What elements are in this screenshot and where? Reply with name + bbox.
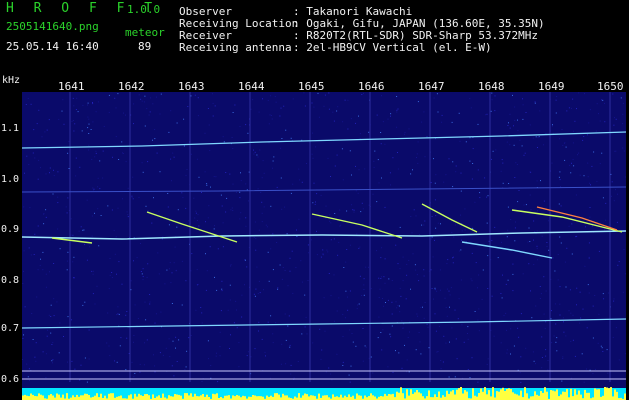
meteor-echo: [536, 206, 618, 231]
meteor-echo: [461, 241, 553, 259]
meteor-count: 89: [138, 40, 152, 53]
datetime-label: 25.05.14 16:40: [6, 40, 99, 53]
noise-speckle: [22, 92, 626, 383]
spectrogram-panel: [22, 92, 626, 400]
frequency-axis: 1.1 1.0 0.9 0.8 0.7 0.6: [0, 92, 22, 400]
app-version: 1.0.0: [127, 3, 161, 16]
faint-trace: [22, 186, 626, 193]
freq-tick: 0.7: [1, 323, 20, 334]
freq-tick: 1.1: [1, 123, 20, 134]
meteor-label: meteor: [125, 26, 165, 39]
freq-tick: 1.0: [1, 174, 20, 185]
freq-tick: 0.9: [1, 224, 20, 235]
carrier-trace-0.89khz: [22, 230, 626, 240]
meteor-echoes: [51, 203, 623, 259]
filename-label: 2505141640.png: [6, 20, 99, 33]
header-panel: H R O F F T 1.0.0 2505141640.png meteor …: [0, 0, 629, 72]
antenna-value: : 2el-HB9CV Vertical (el. E-W): [293, 41, 492, 54]
freq-tick: 0.8: [1, 275, 20, 286]
carrier-trace-0.70khz: [22, 318, 626, 329]
spectrogram-graphic: [22, 92, 626, 400]
freq-tick: 0.6: [1, 374, 20, 385]
meteor-echo: [511, 209, 623, 233]
carrier-trace-1.07khz: [22, 131, 626, 149]
time-axis: 1641 1642 1643 1644 1645 1646 1647 1648 …: [0, 74, 629, 93]
antenna-label: Receiving antenna: [179, 41, 292, 54]
